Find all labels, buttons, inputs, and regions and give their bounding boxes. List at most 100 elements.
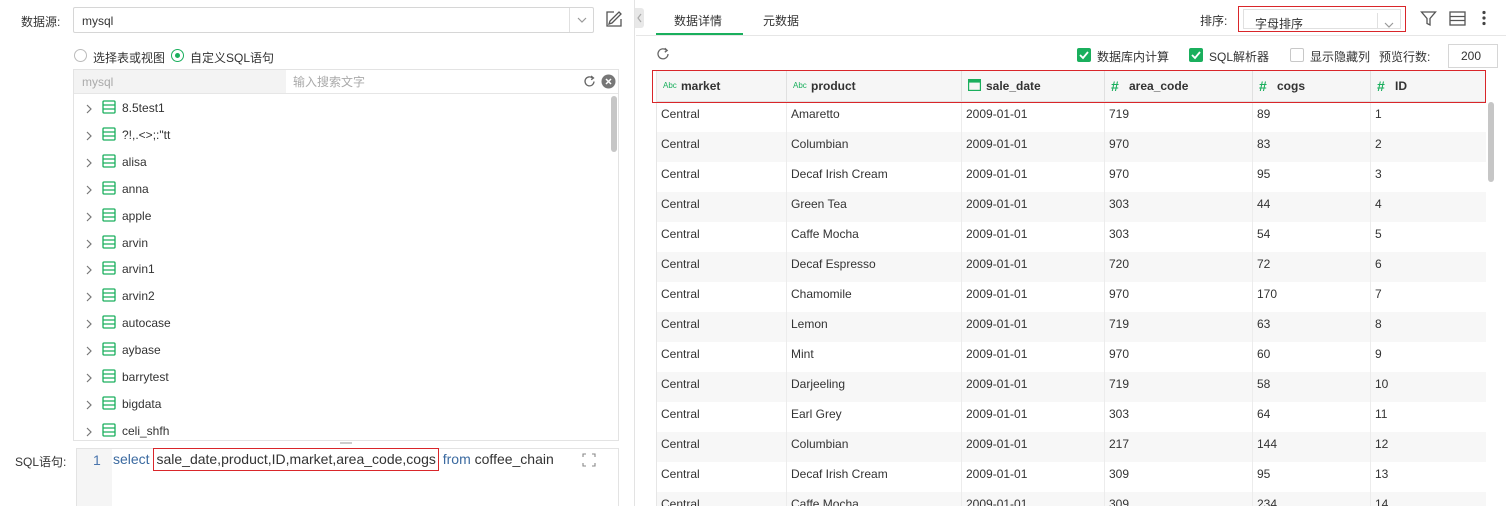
edit-icon[interactable] — [604, 9, 624, 29]
column-header-area-code[interactable]: # area_code — [1105, 70, 1253, 102]
table-cell: Green Tea — [787, 192, 962, 222]
sort-value: 字母排序 — [1255, 17, 1304, 31]
tree-item[interactable]: barrytest — [74, 365, 604, 389]
chevron-right-icon[interactable] — [86, 426, 92, 440]
sql-code[interactable]: select sale_date,product,ID,market,area_… — [113, 448, 554, 471]
table-cell: Central — [657, 312, 787, 342]
table-row[interactable]: Central Caffe Mocha 2009-01-01 309 234 14 — [657, 492, 1486, 506]
table-row[interactable]: Central Earl Grey 2009-01-01 303 64 11 — [657, 402, 1486, 432]
column-header-id[interactable]: # ID — [1371, 70, 1486, 102]
tree-item[interactable]: aybase — [74, 338, 604, 362]
more-icon[interactable] — [1481, 10, 1487, 26]
table-row[interactable]: Central Mint 2009-01-01 970 60 9 — [657, 342, 1486, 372]
tree-scrollbar[interactable] — [611, 96, 617, 152]
chevron-right-icon[interactable] — [86, 318, 92, 332]
table-cell: Central — [657, 372, 787, 402]
table-cell: 44 — [1253, 192, 1371, 222]
chevron-right-icon[interactable] — [86, 345, 92, 359]
table-row[interactable]: Central Columbian 2009-01-01 970 83 2 — [657, 132, 1486, 162]
table-cell: 303 — [1105, 192, 1253, 222]
expand-icon[interactable] — [582, 453, 596, 467]
chevron-right-icon[interactable] — [86, 211, 92, 225]
chevron-right-icon[interactable] — [86, 103, 92, 117]
sql-parser-checkbox[interactable] — [1189, 48, 1203, 62]
table-cell: Central — [657, 342, 787, 372]
tree-item[interactable]: autocase — [74, 311, 604, 335]
query-panel: 数据源: mysql 选择表或视图 自定义SQL语句 mysql 8.5test… — [0, 0, 634, 506]
table-cell: 2009-01-01 — [962, 372, 1105, 402]
table-row[interactable]: Central Columbian 2009-01-01 217 144 12 — [657, 432, 1486, 462]
refresh-icon[interactable] — [583, 75, 596, 88]
column-header-sale-date[interactable]: sale_date — [962, 70, 1105, 102]
table-row[interactable]: Central Decaf Irish Cream 2009-01-01 970 95 3 — [657, 162, 1486, 192]
refresh-icon[interactable] — [656, 47, 670, 61]
table-cell: 2009-01-01 — [962, 402, 1105, 432]
table-row[interactable]: Central Decaf Espresso 2009-01-01 720 72 6 — [657, 252, 1486, 282]
column-header-market[interactable]: Abc market — [657, 70, 787, 102]
tree-item[interactable]: alisa — [74, 150, 604, 174]
table-icon — [102, 369, 116, 386]
show-hidden-label[interactable]: 显示隐藏列 — [1310, 48, 1370, 65]
sort-select[interactable]: 字母排序 — [1238, 6, 1406, 32]
grid-scrollbar[interactable] — [1488, 102, 1494, 182]
close-icon[interactable] — [601, 74, 616, 89]
chevron-right-icon[interactable] — [86, 264, 92, 278]
sql-editor[interactable]: 1 select sale_date,product,ID,market,are… — [76, 448, 619, 506]
table-row[interactable]: Central Caffe Mocha 2009-01-01 303 54 5 — [657, 222, 1486, 252]
table-cell: 13 — [1371, 462, 1486, 492]
table-icon — [102, 100, 116, 117]
table-cell: Darjeeling — [787, 372, 962, 402]
db-compute-label[interactable]: 数据库内计算 — [1097, 48, 1169, 65]
table-cell: 2009-01-01 — [962, 342, 1105, 372]
radio-table-view-label[interactable]: 选择表或视图 — [93, 49, 165, 66]
chevron-right-icon[interactable] — [86, 399, 92, 413]
tree-item[interactable]: anna — [74, 177, 604, 201]
preview-rows-input[interactable] — [1448, 44, 1498, 68]
tree-item[interactable]: arvin2 — [74, 284, 604, 308]
table-row[interactable]: Central Lemon 2009-01-01 719 63 8 — [657, 312, 1486, 342]
tree-item[interactable]: arvin — [74, 231, 604, 255]
chevron-right-icon[interactable] — [86, 130, 92, 144]
table-row[interactable]: Central Amaretto 2009-01-01 719 89 1 — [657, 102, 1486, 132]
number-type-icon: # — [1111, 78, 1119, 94]
tree-item[interactable]: arvin1 — [74, 257, 604, 281]
chevron-right-icon[interactable] — [86, 157, 92, 171]
sql-keyword-from: from — [442, 451, 471, 467]
sql-parser-label[interactable]: SQL解析器 — [1209, 48, 1269, 65]
chevron-down-icon[interactable] — [1384, 17, 1394, 31]
table-cell: 2009-01-01 — [962, 222, 1105, 252]
tree-search-input[interactable] — [286, 70, 618, 93]
sql-keyword-select: select — [113, 451, 150, 467]
table-row[interactable]: Central Chamomile 2009-01-01 970 170 7 — [657, 282, 1486, 312]
filter-icon[interactable] — [1420, 10, 1437, 27]
table-row[interactable]: Central Decaf Irish Cream 2009-01-01 309 95 1… — [657, 462, 1486, 492]
chevron-down-icon[interactable] — [569, 8, 593, 32]
column-header-cogs[interactable]: # cogs — [1253, 70, 1371, 102]
tab-metadata[interactable]: 元数据 — [763, 12, 799, 29]
chevron-right-icon[interactable] — [86, 372, 92, 386]
tree-item[interactable]: bigdata — [74, 392, 604, 416]
chevron-right-icon[interactable] — [86, 291, 92, 305]
tree-item[interactable]: 8.5test1 — [74, 96, 604, 120]
column-header-product[interactable]: Abc product — [787, 70, 962, 102]
sort-select-inner[interactable]: 字母排序 — [1243, 9, 1401, 31]
radio-custom-sql-label[interactable]: 自定义SQL语句 — [190, 49, 274, 66]
split-handle[interactable] — [340, 442, 352, 444]
tree-item[interactable]: celi_shfh — [74, 419, 604, 440]
radio-table-view[interactable] — [74, 49, 87, 62]
table-cell: 170 — [1253, 282, 1371, 312]
chevron-right-icon[interactable] — [86, 184, 92, 198]
table-cell: 2009-01-01 — [962, 132, 1105, 162]
chevron-right-icon[interactable] — [86, 238, 92, 252]
table-row[interactable]: Central Darjeeling 2009-01-01 719 58 10 — [657, 372, 1486, 402]
table-cell: Central — [657, 162, 787, 192]
db-compute-checkbox[interactable] — [1077, 48, 1091, 62]
tree-item[interactable]: apple — [74, 204, 604, 228]
list-icon[interactable] — [1449, 11, 1466, 26]
table-row[interactable]: Central Green Tea 2009-01-01 303 44 4 — [657, 192, 1486, 222]
tab-data-detail[interactable]: 数据详情 — [674, 12, 722, 29]
show-hidden-checkbox[interactable] — [1290, 48, 1304, 62]
radio-custom-sql[interactable] — [171, 49, 184, 62]
tree-item[interactable]: ?!,.<>;:"tt — [74, 123, 604, 147]
datasource-select[interactable]: mysql — [73, 7, 594, 33]
